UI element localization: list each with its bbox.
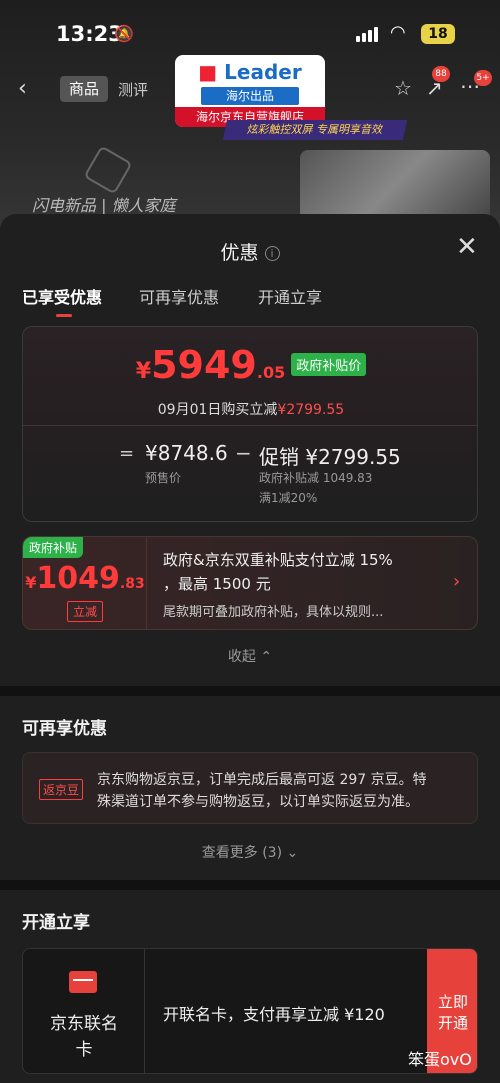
- section-separator: [0, 880, 500, 890]
- subsidy-desc-line3: 尾款期可叠加政府补贴，具体以规则...: [163, 605, 384, 620]
- subsidy-decimal: .83: [119, 576, 145, 592]
- discount-sheet: 优惠 i ✕ 已享受优惠 可再享优惠 开通立享 ¥5949.05 政府补贴价 09月…: [0, 214, 500, 1083]
- cobrand-card-name-line1: 京东联名: [50, 1014, 118, 1034]
- currency-symbol: ¥: [135, 359, 152, 384]
- presale-price: ¥8748.6: [145, 441, 228, 465]
- divider: [23, 425, 477, 426]
- section-separator: [0, 686, 500, 696]
- subsidy-desc-line2: ，最高 1500 元: [163, 575, 271, 593]
- back-arrow-icon[interactable]: ‹: [18, 76, 27, 101]
- view-more-button[interactable]: 查看更多 (3) ⌄: [0, 842, 500, 862]
- subsidy-integer: 1049: [36, 561, 120, 596]
- tab-enjoyed[interactable]: 已享受优惠: [22, 284, 102, 308]
- cobrand-card-block: 京东联名 卡: [23, 949, 145, 1073]
- more-badge: 5+: [474, 70, 492, 86]
- brand-logo: ■ Leader 海尔出品 海尔京东自营旗舰店: [175, 55, 325, 127]
- battery-icon: 18: [421, 24, 455, 44]
- brand-logo-text: ■ Leader: [198, 60, 302, 84]
- tab-open-now[interactable]: 开通立享: [258, 284, 322, 308]
- tab-review[interactable]: 测评: [118, 79, 148, 100]
- price-decimal: .05: [256, 363, 286, 382]
- cobrand-card-name-line2: 卡: [75, 1040, 93, 1060]
- status-time: 13:23: [56, 22, 123, 46]
- status-bar: 13:23 🔕 ◠ 18: [0, 0, 500, 62]
- cobrand-card-offer-text: 开联名卡，支付再享立减 ¥120: [163, 1005, 385, 1024]
- subsidy-desc-line1: 政府&京东双重补贴支付立减 15%: [163, 551, 393, 569]
- favorite-star-icon[interactable]: ☆: [394, 76, 412, 100]
- active-tab-underline: [56, 314, 72, 317]
- jd-bean-desc-line2: 殊渠道订单不参与购物返豆，以订单实际返豆为准。: [97, 794, 419, 810]
- mute-bell-icon: 🔕: [114, 24, 134, 43]
- open-now-title: 开通立享: [22, 913, 90, 933]
- price-integer: 5949: [151, 343, 257, 387]
- discount-note-text: 09月01日购买立减: [157, 402, 278, 418]
- banner-text: 闪电新品 | 懒人家庭: [32, 196, 176, 215]
- share-badge: 88: [432, 66, 450, 82]
- tab-more-offers[interactable]: 可再享优惠: [139, 284, 219, 308]
- chevron-right-icon[interactable]: ›: [453, 571, 460, 592]
- jd-bean-tag: 返京豆: [39, 779, 84, 800]
- final-price: ¥5949.05 政府补贴价: [23, 343, 477, 387]
- close-icon[interactable]: ✕: [456, 234, 478, 260]
- jd-bean-desc-line1: 京东购物返京豆，订单完成后最高可返 297 京豆。特: [97, 772, 427, 788]
- watermark: 笨蛋ovO: [408, 1050, 472, 1069]
- jd-bean-offer-card: 返京豆 京东购物返京豆，订单完成后最高可返 297 京豆。特 殊渠道订单不参与购…: [22, 752, 478, 824]
- hex-badge-icon: [83, 145, 133, 195]
- presale-label: 预售价: [145, 471, 182, 485]
- instant-discount-label: 立减: [67, 601, 104, 622]
- promo-total: 促销 ¥2799.55: [259, 445, 401, 469]
- promo-detail-gov: 政府补贴减 1049.83: [259, 471, 373, 485]
- open-now-button-line1: 立即: [437, 993, 468, 1011]
- brand-line1: 海尔出品: [201, 87, 299, 105]
- promo-detail-percent: 满1减20%: [259, 491, 318, 505]
- banner-promo-strip: 炫彩触控双屏 专属明享音效: [222, 120, 408, 140]
- equals-sign: =: [119, 443, 135, 464]
- open-now-button-line2: 开通: [437, 1014, 468, 1032]
- collapse-button[interactable]: 收起 ⌃: [0, 646, 500, 666]
- gov-subsidy-card[interactable]: 政府补贴 ¥1049.83 立减 政府&京东双重补贴支付立减 15% ，最高 1…: [22, 536, 478, 630]
- signal-icon: [356, 26, 378, 42]
- discount-note-amount: ¥2799.55: [277, 402, 345, 418]
- product-image: [300, 150, 490, 220]
- sheet-title: 优惠 i: [0, 238, 500, 265]
- minus-sign: −: [235, 441, 252, 465]
- info-icon[interactable]: i: [264, 246, 280, 261]
- wifi-icon: ◠: [390, 22, 406, 43]
- subsidy-currency: ¥: [25, 573, 37, 592]
- tab-product[interactable]: 商品: [60, 76, 108, 102]
- gov-subsidy-price-tag: 政府补贴价: [291, 353, 367, 376]
- subsidy-amount: ¥1049.83: [23, 561, 147, 596]
- subsidy-amount-block: 政府补贴 ¥1049.83 立减: [23, 537, 147, 629]
- purchase-discount-note: 09月01日购买立减¥2799.55: [23, 399, 477, 419]
- more-offers-title: 可再享优惠: [22, 719, 107, 739]
- price-summary-card: ¥5949.05 政府补贴价 09月01日购买立减¥2799.55 = ¥8748…: [22, 326, 478, 522]
- gov-subsidy-tag: 政府补贴: [23, 537, 84, 558]
- credit-card-icon: [69, 971, 97, 993]
